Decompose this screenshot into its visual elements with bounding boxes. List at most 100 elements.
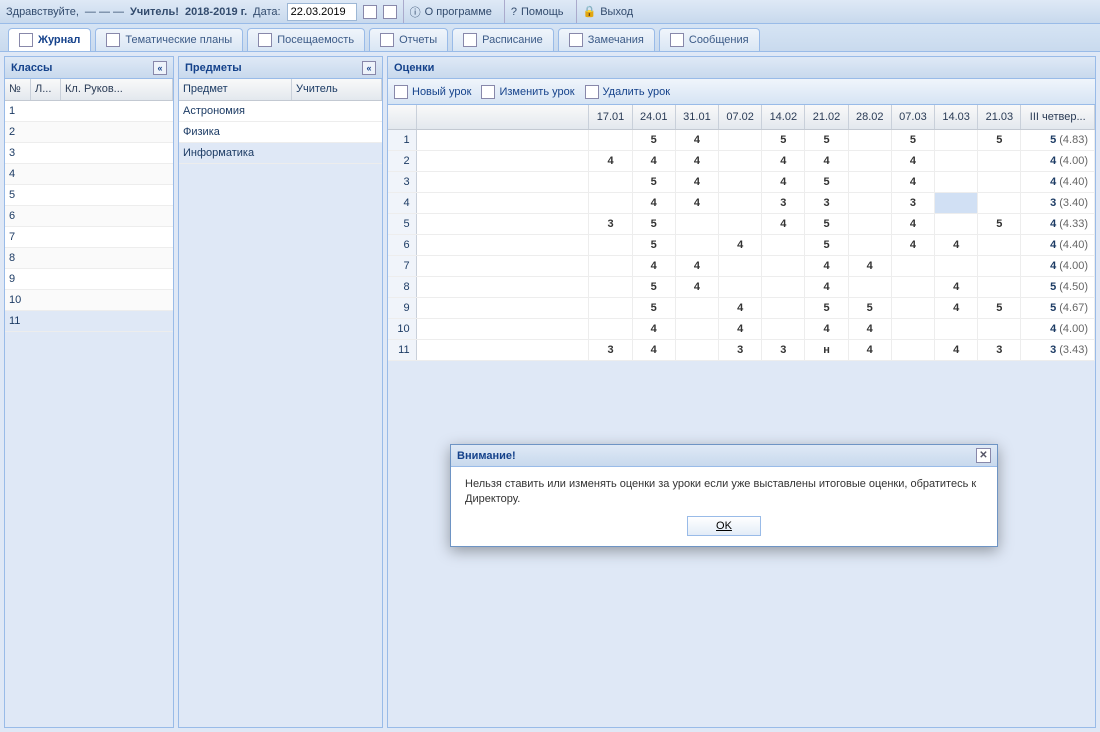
grade-cell[interactable]: 4 (675, 276, 718, 297)
ok-button[interactable]: OK (687, 516, 761, 536)
grade-cell[interactable] (719, 150, 762, 171)
class-row[interactable]: 5 (5, 185, 173, 206)
grade-cell[interactable] (848, 213, 891, 234)
refresh-icon[interactable] (383, 5, 397, 19)
grade-cell[interactable] (589, 192, 632, 213)
grade-cell[interactable]: 5 (632, 276, 675, 297)
grade-cell[interactable] (589, 129, 632, 150)
grade-cell[interactable]: 4 (891, 171, 934, 192)
date-header[interactable]: 31.01 (675, 105, 718, 129)
tab-Посещаемость[interactable]: Посещаемость (247, 28, 365, 51)
grade-cell[interactable]: 4 (891, 234, 934, 255)
date-header[interactable]: 14.02 (762, 105, 805, 129)
grade-cell[interactable]: 5 (978, 129, 1021, 150)
grade-cell[interactable] (935, 150, 978, 171)
date-header[interactable]: 21.02 (805, 105, 848, 129)
grade-cell[interactable] (978, 234, 1021, 255)
grade-cell[interactable] (935, 171, 978, 192)
grade-cell[interactable] (675, 213, 718, 234)
class-row[interactable]: 6 (5, 206, 173, 227)
grade-cell[interactable]: 4 (632, 318, 675, 339)
grade-cell[interactable]: 5 (805, 234, 848, 255)
grade-cell[interactable]: 3 (589, 213, 632, 234)
tab-Замечания[interactable]: Замечания (558, 28, 655, 51)
grade-cell[interactable]: 4 (719, 318, 762, 339)
grade-cell[interactable] (848, 150, 891, 171)
delete-lesson-button[interactable]: Удалить урок (585, 85, 670, 99)
tab-Расписание[interactable]: Расписание (452, 28, 554, 51)
class-row[interactable]: 1 (5, 101, 173, 122)
grade-cell[interactable]: 5 (632, 171, 675, 192)
date-header[interactable]: 24.01 (632, 105, 675, 129)
grade-cell[interactable]: 5 (805, 171, 848, 192)
grade-cell[interactable] (978, 276, 1021, 297)
grade-cell[interactable]: 4 (848, 318, 891, 339)
tab-Тематические планы[interactable]: Тематические планы (95, 28, 243, 51)
class-row[interactable]: 10 (5, 290, 173, 311)
grade-cell[interactable]: 5 (891, 129, 934, 150)
grade-cell[interactable]: 5 (632, 129, 675, 150)
grade-cell[interactable] (762, 255, 805, 276)
class-row[interactable]: 4 (5, 164, 173, 185)
grade-cell[interactable]: 4 (675, 255, 718, 276)
subject-row[interactable]: Астрономия (179, 101, 382, 122)
date-header[interactable]: 07.03 (891, 105, 934, 129)
grade-cell[interactable]: 4 (675, 171, 718, 192)
grade-cell[interactable] (589, 276, 632, 297)
grade-cell[interactable] (719, 171, 762, 192)
final-header[interactable]: III четвер... (1021, 105, 1095, 129)
class-row[interactable]: 3 (5, 143, 173, 164)
grade-cell[interactable]: 4 (762, 171, 805, 192)
grade-cell[interactable]: 3 (589, 339, 632, 360)
grade-cell[interactable]: 5 (805, 129, 848, 150)
grade-cell[interactable] (935, 192, 978, 213)
grade-cell[interactable] (762, 234, 805, 255)
grade-cell[interactable]: 5 (632, 297, 675, 318)
exit-link[interactable]: 🔒Выход (576, 0, 640, 23)
grade-cell[interactable]: 4 (935, 234, 978, 255)
grade-cell[interactable]: 3 (719, 339, 762, 360)
tab-Отчеты[interactable]: Отчеты (369, 28, 448, 51)
grade-cell[interactable]: 5 (978, 297, 1021, 318)
class-row[interactable]: 9 (5, 269, 173, 290)
grade-cell[interactable] (589, 318, 632, 339)
grade-cell[interactable]: 4 (632, 150, 675, 171)
tab-Журнал[interactable]: Журнал (8, 28, 91, 51)
grade-cell[interactable] (891, 297, 934, 318)
grade-cell[interactable]: 3 (805, 192, 848, 213)
grade-cell[interactable]: 5 (978, 213, 1021, 234)
grade-cell[interactable] (719, 129, 762, 150)
grade-cell[interactable]: 4 (675, 150, 718, 171)
grade-cell[interactable]: 4 (762, 213, 805, 234)
collapse-icon[interactable]: « (153, 61, 167, 75)
grade-cell[interactable]: 4 (805, 150, 848, 171)
grade-cell[interactable] (978, 171, 1021, 192)
grade-cell[interactable] (935, 213, 978, 234)
grade-cell[interactable] (978, 150, 1021, 171)
grade-cell[interactable]: 5 (848, 297, 891, 318)
grade-cell[interactable] (891, 318, 934, 339)
grade-cell[interactable]: 3 (762, 339, 805, 360)
grade-cell[interactable]: 3 (978, 339, 1021, 360)
date-header[interactable]: 21.03 (978, 105, 1021, 129)
grade-cell[interactable] (719, 276, 762, 297)
grade-cell[interactable] (935, 129, 978, 150)
grade-cell[interactable] (891, 276, 934, 297)
calendar-icon[interactable] (363, 5, 377, 19)
grade-cell[interactable]: 5 (805, 297, 848, 318)
grade-cell[interactable] (891, 339, 934, 360)
grade-cell[interactable] (848, 129, 891, 150)
grade-cell[interactable] (935, 318, 978, 339)
grade-cell[interactable] (589, 255, 632, 276)
subject-row[interactable]: Информатика (179, 143, 382, 164)
grade-cell[interactable] (675, 297, 718, 318)
grade-cell[interactable] (848, 234, 891, 255)
date-input[interactable] (287, 3, 357, 21)
grade-cell[interactable]: 4 (935, 276, 978, 297)
grade-cell[interactable] (675, 339, 718, 360)
grade-cell[interactable] (719, 213, 762, 234)
grade-cell[interactable] (891, 255, 934, 276)
grade-cell[interactable]: 5 (805, 213, 848, 234)
grade-cell[interactable]: 4 (675, 192, 718, 213)
class-row[interactable]: 7 (5, 227, 173, 248)
